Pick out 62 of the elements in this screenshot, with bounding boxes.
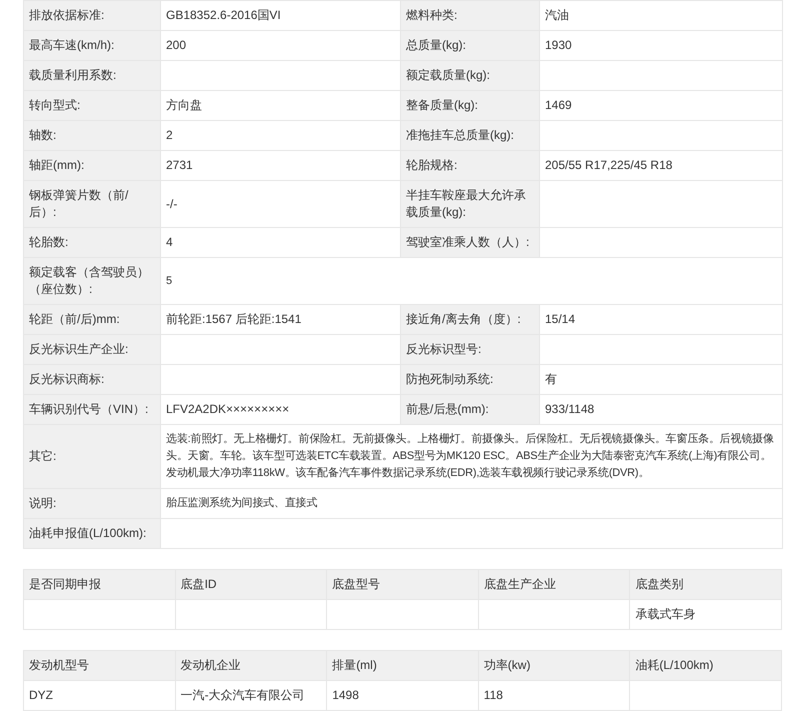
- column-header: 功率(kw): [478, 650, 630, 680]
- field-label: 轴距(mm):: [24, 150, 160, 180]
- field-value: 2731: [160, 150, 400, 180]
- column-header: 底盘类别: [630, 570, 782, 600]
- field-label: 总质量(kg):: [400, 30, 540, 60]
- column-header: 发动机企业: [175, 650, 327, 680]
- field-label: 轮胎规格:: [400, 150, 540, 180]
- field-value: 205/55 R17,225/45 R18: [540, 150, 782, 180]
- field-value: 4: [160, 228, 400, 258]
- field-value: GB18352.6-2016国VI: [160, 0, 400, 30]
- field-label: 接近角/离去角（度）:: [400, 304, 540, 334]
- field-label: 额定载客（含驾驶员）（座位数）:: [24, 258, 160, 304]
- field-label: 反光标识型号:: [400, 334, 540, 364]
- field-label: 钢板弹簧片数（前/后）:: [24, 180, 160, 228]
- column-header: 底盘生产企业: [478, 570, 630, 600]
- field-value: 933/1148: [540, 394, 782, 424]
- column-header: 油耗(L/100km): [630, 650, 782, 680]
- column-header: 底盘ID: [175, 570, 327, 600]
- field-label: 半挂车鞍座最大允许承载质量(kg):: [400, 180, 540, 228]
- field-value: 2: [160, 120, 400, 150]
- column-header: 是否同期申报: [24, 570, 176, 600]
- field-value: LFV2A2DK×××××××××: [160, 394, 400, 424]
- field-label: 燃料种类:: [400, 0, 540, 30]
- column-header: 底盘型号: [326, 570, 478, 600]
- field-value: 1469: [540, 90, 782, 120]
- table-cell: 承载式车身: [630, 600, 782, 630]
- field-value: 方向盘: [160, 90, 400, 120]
- field-label: 轮距（前/后)mm:: [24, 304, 160, 334]
- field-label: 油耗申报值(L/100km):: [24, 518, 160, 548]
- field-value: 15/14: [540, 304, 782, 334]
- field-label: 轮胎数:: [24, 228, 160, 258]
- field-label: 最高车速(km/h):: [24, 30, 160, 60]
- field-label: 载质量利用系数:: [24, 60, 160, 90]
- field-label: 说明:: [24, 488, 160, 518]
- field-value: 1930: [540, 30, 782, 60]
- field-label: 反光标识商标:: [24, 364, 160, 394]
- table-cell: 118: [478, 680, 630, 710]
- column-header: 排量(ml): [326, 650, 478, 680]
- field-label: 轴数:: [24, 120, 160, 150]
- field-value: 前轮距:1567 后轮距:1541: [160, 304, 400, 334]
- field-value: 胎压监测系统为间接式、直接式: [160, 488, 782, 518]
- field-label: 车辆识别代号（VIN）:: [24, 394, 160, 424]
- field-value: -/-: [160, 180, 400, 228]
- column-header: 发动机型号: [24, 650, 176, 680]
- field-value: 200: [160, 30, 400, 60]
- field-label: 额定载质量(kg):: [400, 60, 540, 90]
- field-label: 驾驶室准乘人数（人）:: [400, 228, 540, 258]
- field-value: 有: [540, 364, 782, 394]
- field-label: 防抱死制动系统:: [400, 364, 540, 394]
- field-value: 汽油: [540, 0, 782, 30]
- field-label: 前悬/后悬(mm):: [400, 394, 540, 424]
- field-label: 排放依据标准:: [24, 0, 160, 30]
- field-label: 准拖挂车总质量(kg):: [400, 120, 540, 150]
- table-cell: 1498: [326, 680, 478, 710]
- field-value: 选装:前照灯。无上格栅灯。前保险杠。无前摄像头。上格栅灯。前摄像头。后保险杠。无后视镜摄像头。车窗压条。后视镜摄像头。天窗。车轮。该车型可选装ETC车载装置。ABS型号为MK120 ESC。ABS生产企业为大陆泰密克汽车系统(上海)有限公司。发动机最大净功率118kW。该车配备汽车事件数据记录系统(EDR),选装车载视频行驶记录系统(DVR)。: [160, 424, 782, 488]
- table-cell: 一汽-大众汽车有限公司: [175, 680, 327, 710]
- table-cell: DYZ: [24, 680, 176, 710]
- field-label: 其它:: [24, 424, 160, 488]
- field-label: 转向型式:: [24, 90, 160, 120]
- field-label: 整备质量(kg):: [400, 90, 540, 120]
- field-value: 5: [160, 258, 782, 304]
- field-label: 反光标识生产企业:: [24, 334, 160, 364]
